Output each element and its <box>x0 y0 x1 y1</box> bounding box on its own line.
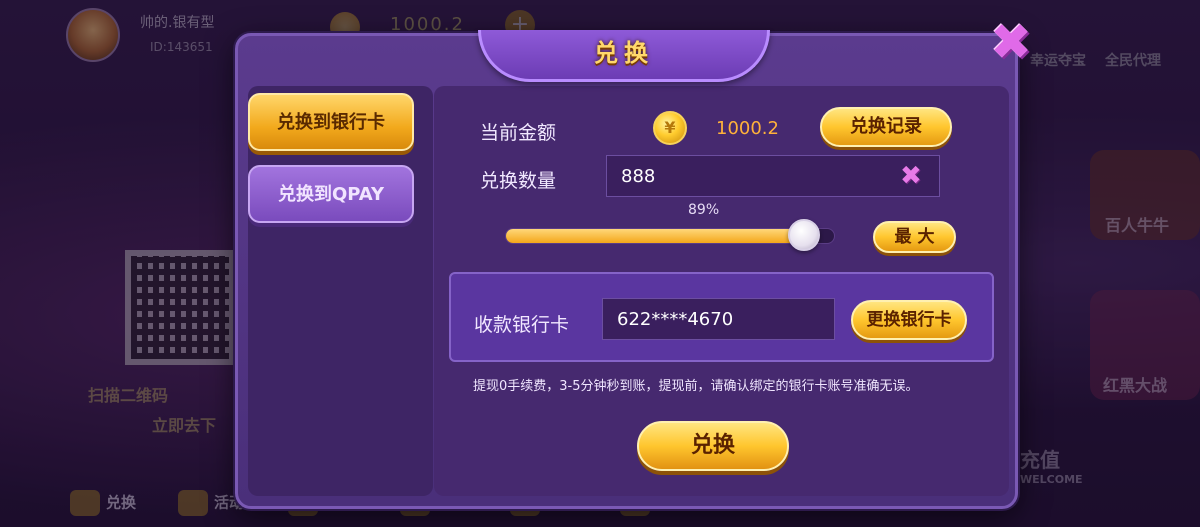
change-card-button[interactable]: 更换银行卡 <box>851 300 967 340</box>
exchange-qty-value: 888 <box>621 165 656 187</box>
exchange-note: 提现0手续费，3-5分钟秒到账，提现前，请确认绑定的银行卡账号准确无误。 <box>473 379 919 394</box>
tab-bank-card[interactable]: 兑换到银行卡 <box>248 93 414 151</box>
slider-percent: 89% <box>688 202 720 218</box>
bank-card-label: 收款银行卡 <box>474 314 570 336</box>
dialog-title-banner: 兑换 <box>478 30 770 82</box>
amount-slider-handle[interactable] <box>788 219 820 251</box>
amount-slider-fill <box>506 229 798 243</box>
close-button[interactable]: ✖ <box>986 17 1036 67</box>
amount-slider-track[interactable] <box>505 228 835 244</box>
exchange-qty-input[interactable]: 888 <box>606 155 940 197</box>
current-amount-label: 当前金额 <box>480 122 557 144</box>
submit-exchange-button[interactable]: 兑换 <box>637 421 789 471</box>
close-icon: ✖ <box>990 13 1032 71</box>
dialog-title: 兑换 <box>594 39 654 67</box>
max-button[interactable]: 最 大 <box>873 221 956 253</box>
exchange-qty-label: 兑换数量 <box>480 170 557 192</box>
tab-qpay[interactable]: 兑换到QPAY <box>248 165 414 223</box>
exchange-history-button[interactable]: 兑换记录 <box>820 107 952 147</box>
current-amount-value: 1000.2 <box>716 118 779 139</box>
bank-card-value: 622****4670 <box>617 308 734 330</box>
coin-icon: ¥ <box>653 111 687 145</box>
clear-icon[interactable]: ✖ <box>900 163 926 189</box>
bank-card-field[interactable]: 622****4670 <box>602 298 835 340</box>
